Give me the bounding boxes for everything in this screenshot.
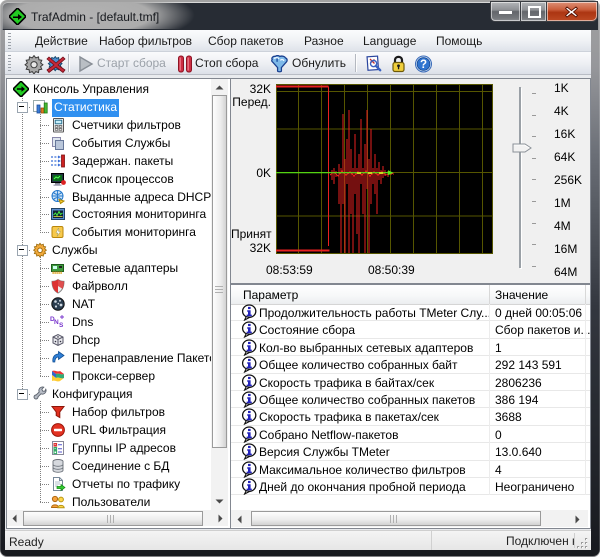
svg-text:?: ? [420, 59, 427, 71]
